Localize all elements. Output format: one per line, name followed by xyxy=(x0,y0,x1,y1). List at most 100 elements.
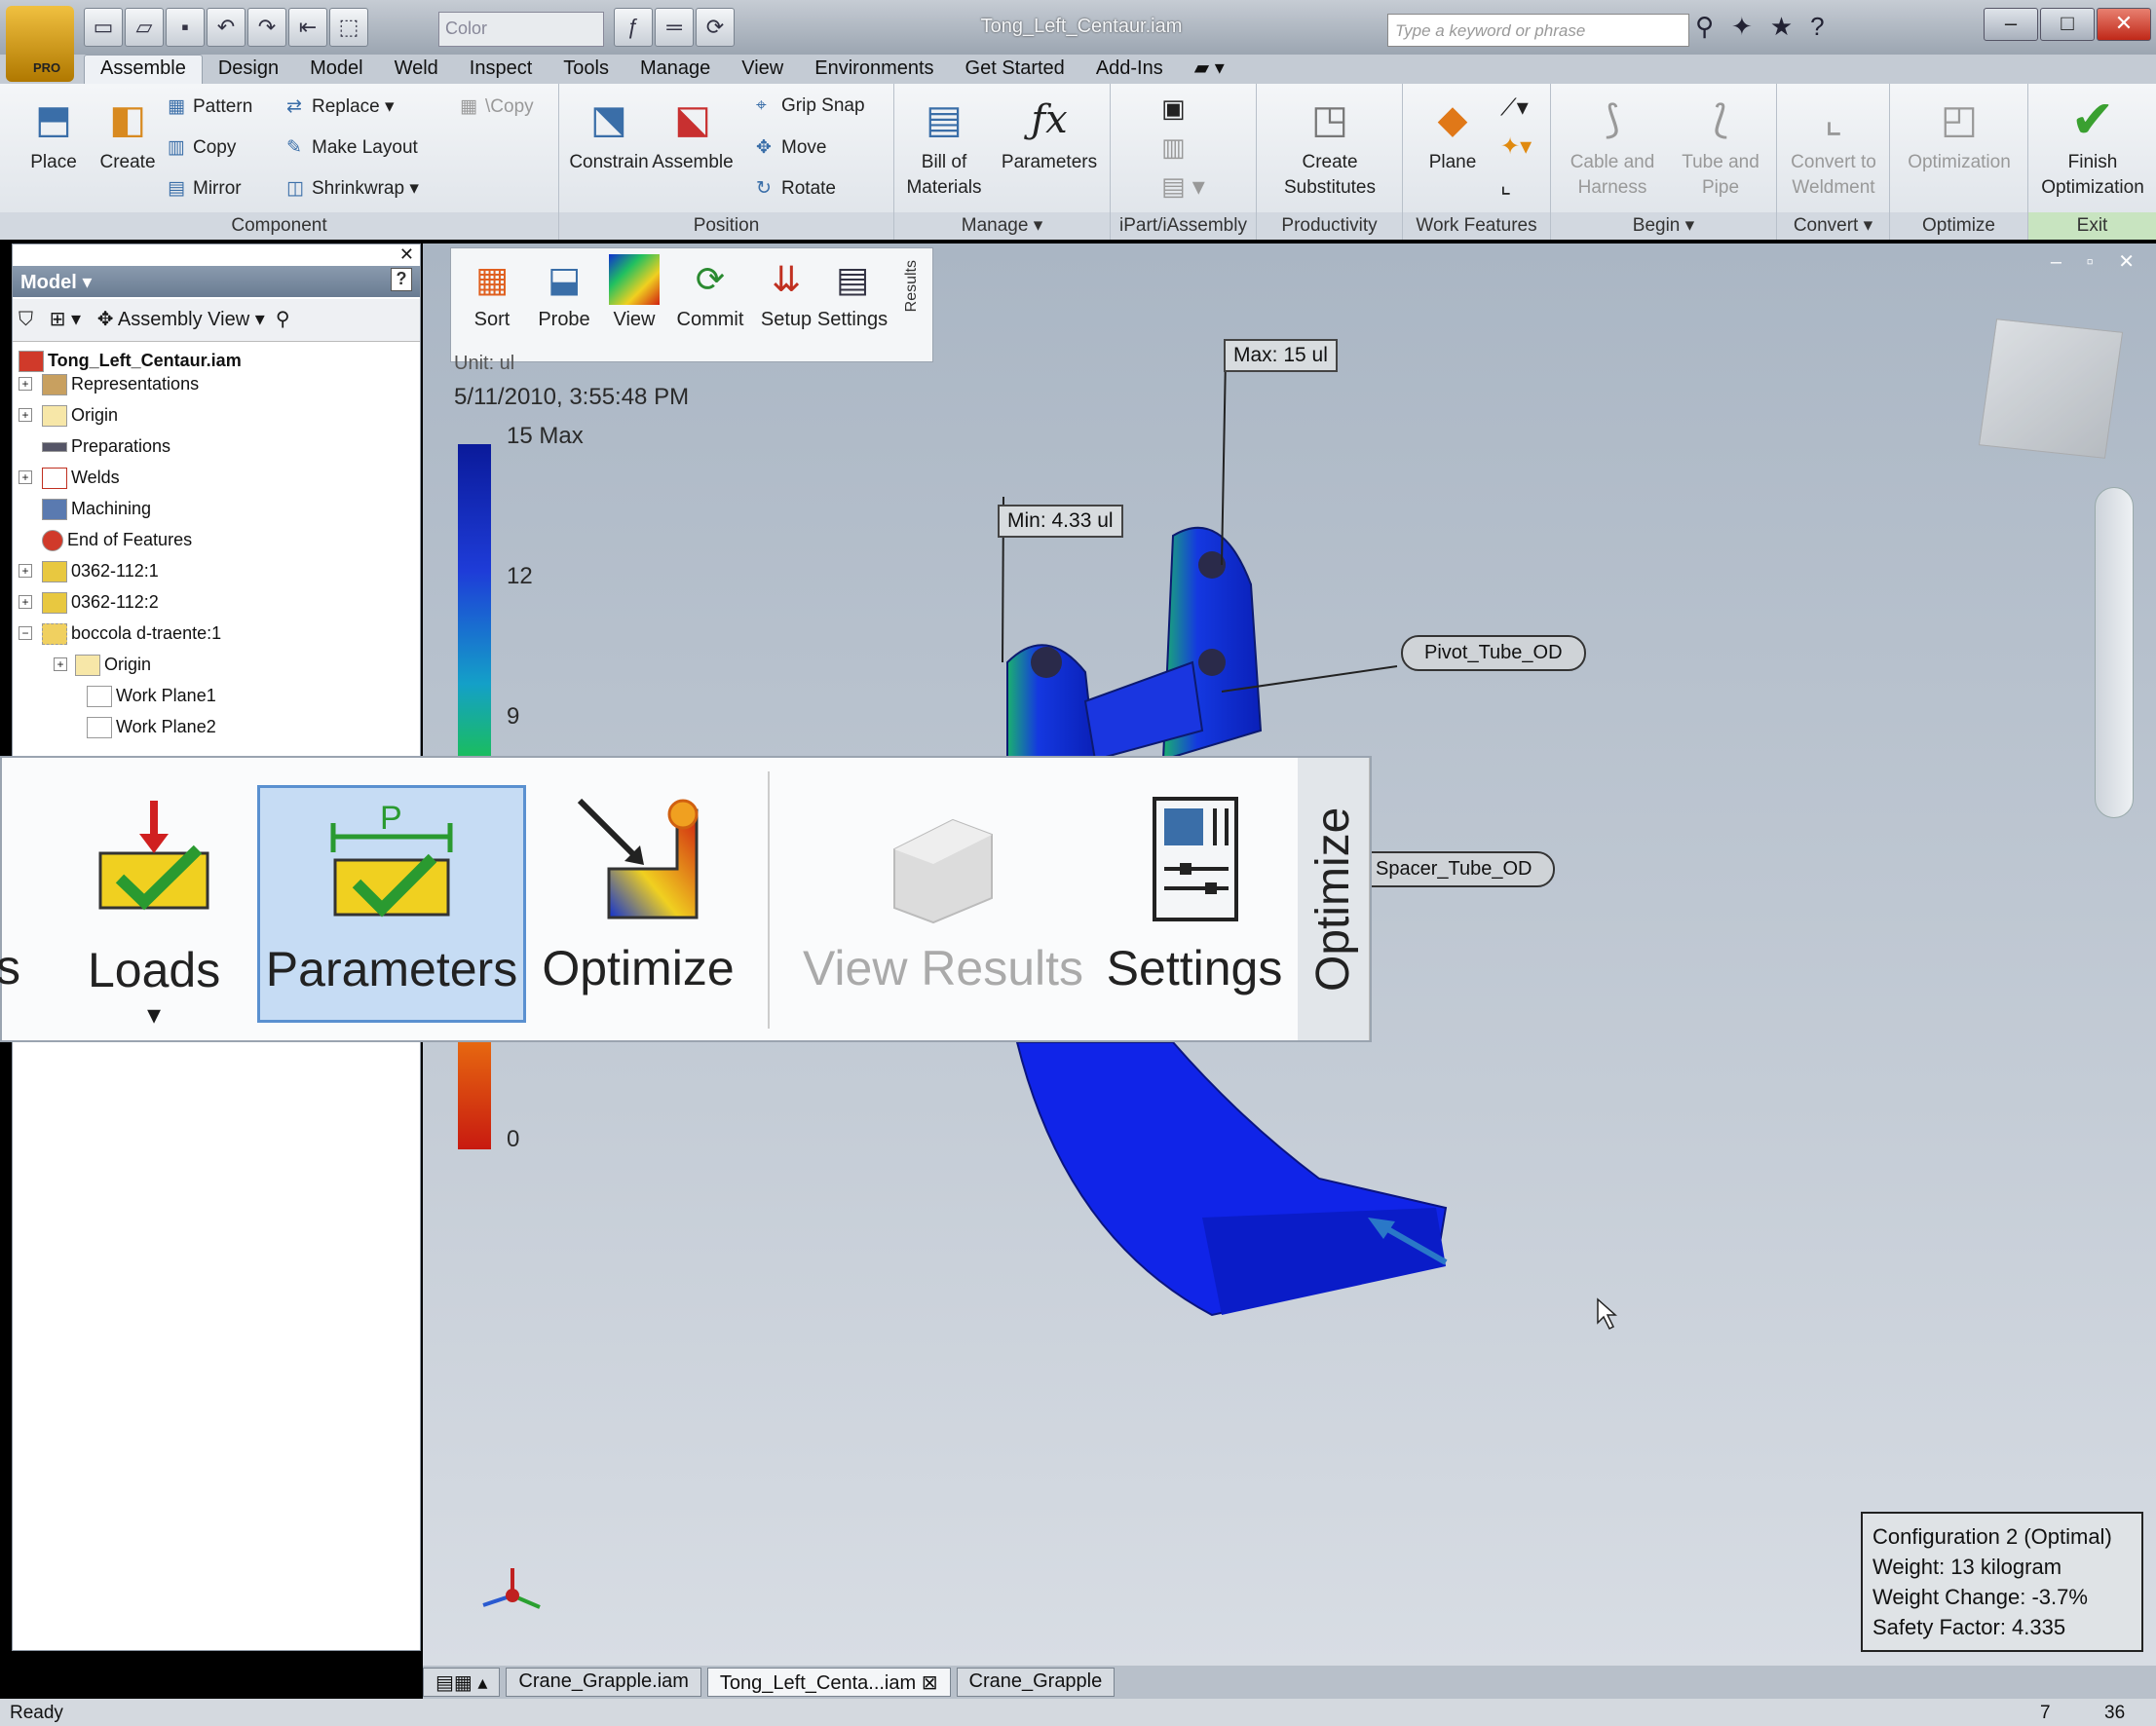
doc-tab-tong-left[interactable]: Tong_Left_Centa...iam ⊠ xyxy=(706,1668,951,1697)
setup-button[interactable]: ⇊ Setup xyxy=(749,254,823,331)
tab-inspect[interactable]: Inspect xyxy=(454,56,548,84)
camera-icon[interactable]: ▰ ▾ xyxy=(1179,54,1240,84)
navigation-bar[interactable] xyxy=(2095,487,2134,818)
maximize-icon[interactable]: □ xyxy=(2040,8,2095,41)
move-button[interactable]: ✥ Move xyxy=(756,136,826,159)
collapse-icon[interactable]: − xyxy=(19,626,32,640)
close-icon[interactable]: ✕ xyxy=(2097,8,2151,41)
view-button[interactable]: View xyxy=(597,254,671,331)
minimize-icon[interactable]: – xyxy=(1984,8,2038,41)
filter-icon[interactable]: ⛉ xyxy=(19,309,33,330)
tab-add-ins[interactable]: Add-Ins xyxy=(1080,56,1179,84)
tree-item[interactable]: Work Plane1 xyxy=(87,681,216,710)
pattern-button[interactable]: ▦ Pattern xyxy=(168,95,252,118)
tree-item[interactable]: Representations xyxy=(42,369,199,398)
expand-icon[interactable]: + xyxy=(54,657,67,671)
tree-item[interactable]: 0362-112:2 xyxy=(42,587,159,617)
settings-button[interactable]: Settings xyxy=(1099,791,1290,1025)
help-toolbar-icons[interactable]: ⚲✦★? xyxy=(1695,12,1842,42)
expand-icon[interactable]: + xyxy=(19,377,32,391)
doc-tab-crane-grapple-iam[interactable]: Crane_Grapple.iam xyxy=(506,1668,701,1697)
loads-button[interactable]: Loads ▾ xyxy=(88,801,220,1030)
fx-icon[interactable]: ƒ xyxy=(614,8,653,47)
new-icon[interactable]: ▭ xyxy=(84,8,123,47)
make-layout-button[interactable]: ✎ Make Layout xyxy=(286,136,418,159)
expand-icon[interactable]: + xyxy=(19,595,32,609)
tab-assemble[interactable]: Assemble xyxy=(84,55,203,84)
grip-snap-button[interactable]: ⌖ Grip Snap xyxy=(756,95,865,117)
find-icon[interactable]: ⚲ xyxy=(276,309,290,330)
optimize-button[interactable]: Optimize xyxy=(536,791,740,1025)
expand-icon[interactable]: + xyxy=(19,408,32,422)
rotate-button[interactable]: ↻ Rotate xyxy=(756,177,836,200)
tree-item[interactable]: boccola d-traente:1 xyxy=(42,619,221,648)
tab-weld[interactable]: Weld xyxy=(379,56,454,84)
mirror-button[interactable]: ▤ Mirror xyxy=(168,177,242,200)
tree-item[interactable]: Origin xyxy=(42,400,118,430)
tab-view[interactable]: View xyxy=(726,56,799,84)
tree-item[interactable]: Machining xyxy=(42,494,151,523)
settings-small-button[interactable]: ▤ Settings xyxy=(815,254,889,331)
assemble-button[interactable]: ⬕ Assemble xyxy=(649,94,737,175)
browser-close-icon[interactable]: ✕ xyxy=(399,244,414,265)
finish-optimization-button[interactable]: ✔ Finish Optimization xyxy=(2032,94,2153,201)
constrain-button[interactable]: ⬔ Constrain xyxy=(565,94,653,175)
return-icon[interactable]: ⇤ xyxy=(288,8,327,47)
browser-header[interactable]: Model ▾? xyxy=(13,266,420,297)
copy-button[interactable]: ▥ Copy xyxy=(168,136,236,159)
point-icon[interactable]: ✦▾ xyxy=(1500,132,1532,161)
create-substitutes-button[interactable]: ◳ Create Substitutes xyxy=(1276,94,1383,201)
tab-get-started[interactable]: Get Started xyxy=(950,56,1080,84)
open-icon[interactable]: ▱ xyxy=(125,8,164,47)
spacer-tube-parameter[interactable]: Spacer_Tube_OD xyxy=(1352,851,1556,887)
expand-icon[interactable]: + xyxy=(19,564,32,578)
pivot-tube-parameter[interactable]: Pivot_Tube_OD xyxy=(1401,635,1586,671)
tree-item[interactable]: 0362-112:1 xyxy=(42,556,159,585)
tab-environments[interactable]: Environments xyxy=(799,56,949,84)
ucs-icon[interactable]: ⌞ xyxy=(1500,171,1511,200)
tree-options-icon[interactable]: ⊞ ▾ xyxy=(50,309,81,330)
measure-icon[interactable]: ═ xyxy=(655,8,694,47)
tab-model[interactable]: Model xyxy=(294,56,378,84)
bill-of-materials-button[interactable]: ▤ Bill of Materials xyxy=(900,94,988,201)
axis-icon[interactable]: ⟋▾ xyxy=(1500,94,1529,122)
parameters-ribbon-button[interactable]: ƒx Parameters xyxy=(996,94,1103,175)
tube-pipe-button[interactable]: ⟅ Tube and Pipe xyxy=(1672,94,1769,201)
ipart-edit-icon[interactable]: ▥ xyxy=(1161,132,1186,163)
tree-item[interactable]: Welds xyxy=(42,463,120,492)
view-results-button[interactable]: View Results xyxy=(797,791,1089,1025)
tab-close-icon[interactable]: ⊠ xyxy=(922,1672,938,1694)
convert-weldment-button[interactable]: ⌞ Convert to Weldment xyxy=(1783,94,1884,201)
ipart-table-icon[interactable]: ▣ xyxy=(1161,94,1186,124)
viewport-window-controls[interactable]: – ▫ ✕ xyxy=(2051,249,2144,274)
vcopy-button[interactable]: ▦ \Copy xyxy=(460,95,534,118)
save-icon[interactable]: ▪ xyxy=(166,8,205,47)
sort-button[interactable]: ▦ Sort xyxy=(455,254,529,331)
ipart-verify-icon[interactable]: ▤ ▾ xyxy=(1161,171,1205,202)
replace-button[interactable]: ⇄ Replace ▾ xyxy=(286,95,395,118)
commit-button[interactable]: ⟳ Commit xyxy=(673,254,747,331)
shrinkwrap-button[interactable]: ◫ Shrinkwrap ▾ xyxy=(286,177,419,200)
probe-button[interactable]: ⬓ Probe xyxy=(527,254,601,331)
help-icon[interactable]: ? xyxy=(391,268,412,291)
create-button[interactable]: ◧ Create xyxy=(84,94,171,175)
color-dropdown[interactable]: Color xyxy=(438,12,604,47)
assembly-view-dropdown[interactable]: ✥ Assembly View ▾ xyxy=(97,309,265,330)
undo-icon[interactable]: ↶ xyxy=(207,8,246,47)
help-search-input[interactable]: Type a keyword or phrase xyxy=(1387,14,1689,47)
viewcube[interactable] xyxy=(1978,319,2124,459)
cable-harness-button[interactable]: ⟆ Cable and Harness xyxy=(1559,94,1666,201)
select-icon[interactable]: ⬚ xyxy=(329,8,368,47)
tree-item[interactable]: Preparations xyxy=(42,432,170,461)
expand-icon[interactable]: + xyxy=(19,470,32,484)
tab-tools[interactable]: Tools xyxy=(548,56,624,84)
plane-button[interactable]: ◆ Plane xyxy=(1409,94,1496,175)
update-icon[interactable]: ⟳ xyxy=(696,8,735,47)
optimization-button[interactable]: ◰ Optimization xyxy=(1896,94,2023,175)
tree-item[interactable]: Origin xyxy=(75,650,151,679)
redo-icon[interactable]: ↷ xyxy=(247,8,286,47)
doc-tab-crane-grapple[interactable]: Crane_Grapple xyxy=(956,1668,1116,1697)
parameters-button[interactable]: P Parameters xyxy=(257,785,526,1023)
tree-item[interactable]: End of Features xyxy=(42,525,192,554)
tree-item[interactable]: Work Plane2 xyxy=(87,712,216,741)
